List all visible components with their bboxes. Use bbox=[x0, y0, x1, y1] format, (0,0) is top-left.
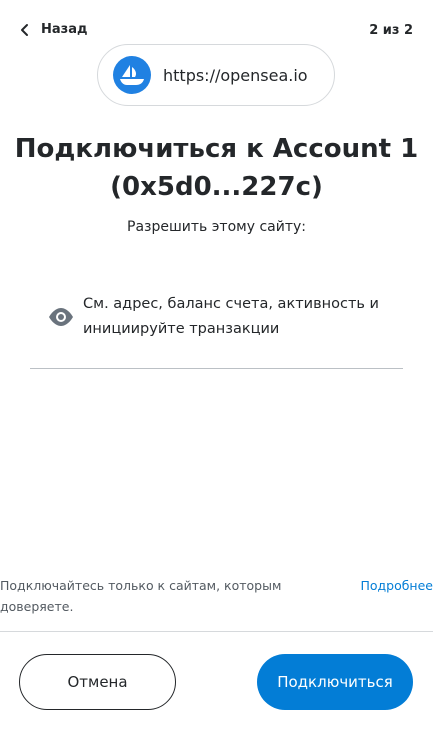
back-button[interactable]: Назад bbox=[18, 22, 87, 37]
cancel-button[interactable]: Отмена bbox=[19, 654, 176, 710]
footer-divider bbox=[0, 631, 433, 632]
opensea-logo-icon bbox=[113, 56, 151, 94]
site-url: https://opensea.io bbox=[163, 65, 308, 85]
page-title: Подключиться к Account 1 (0x5d0...227c) bbox=[14, 134, 419, 202]
site-origin-pill: https://opensea.io bbox=[97, 44, 335, 106]
permissions-subtitle: Разрешить этому сайту: bbox=[127, 219, 306, 235]
divider bbox=[30, 368, 403, 369]
learn-more-link[interactable]: Подробнее bbox=[360, 575, 433, 596]
chevron-left-icon bbox=[21, 23, 28, 36]
permission-item: См. адрес, баланс счета, активность и ин… bbox=[48, 292, 413, 342]
eye-icon bbox=[49, 308, 73, 326]
permission-text: См. адрес, баланс счета, активность и ин… bbox=[83, 296, 379, 337]
back-label: Назад bbox=[41, 22, 88, 37]
trust-warning: Подключайтесь только к сайтам, которым д… bbox=[0, 578, 282, 614]
step-indicator: 2 из 2 bbox=[369, 23, 413, 38]
connect-button[interactable]: Подключиться bbox=[257, 654, 413, 710]
